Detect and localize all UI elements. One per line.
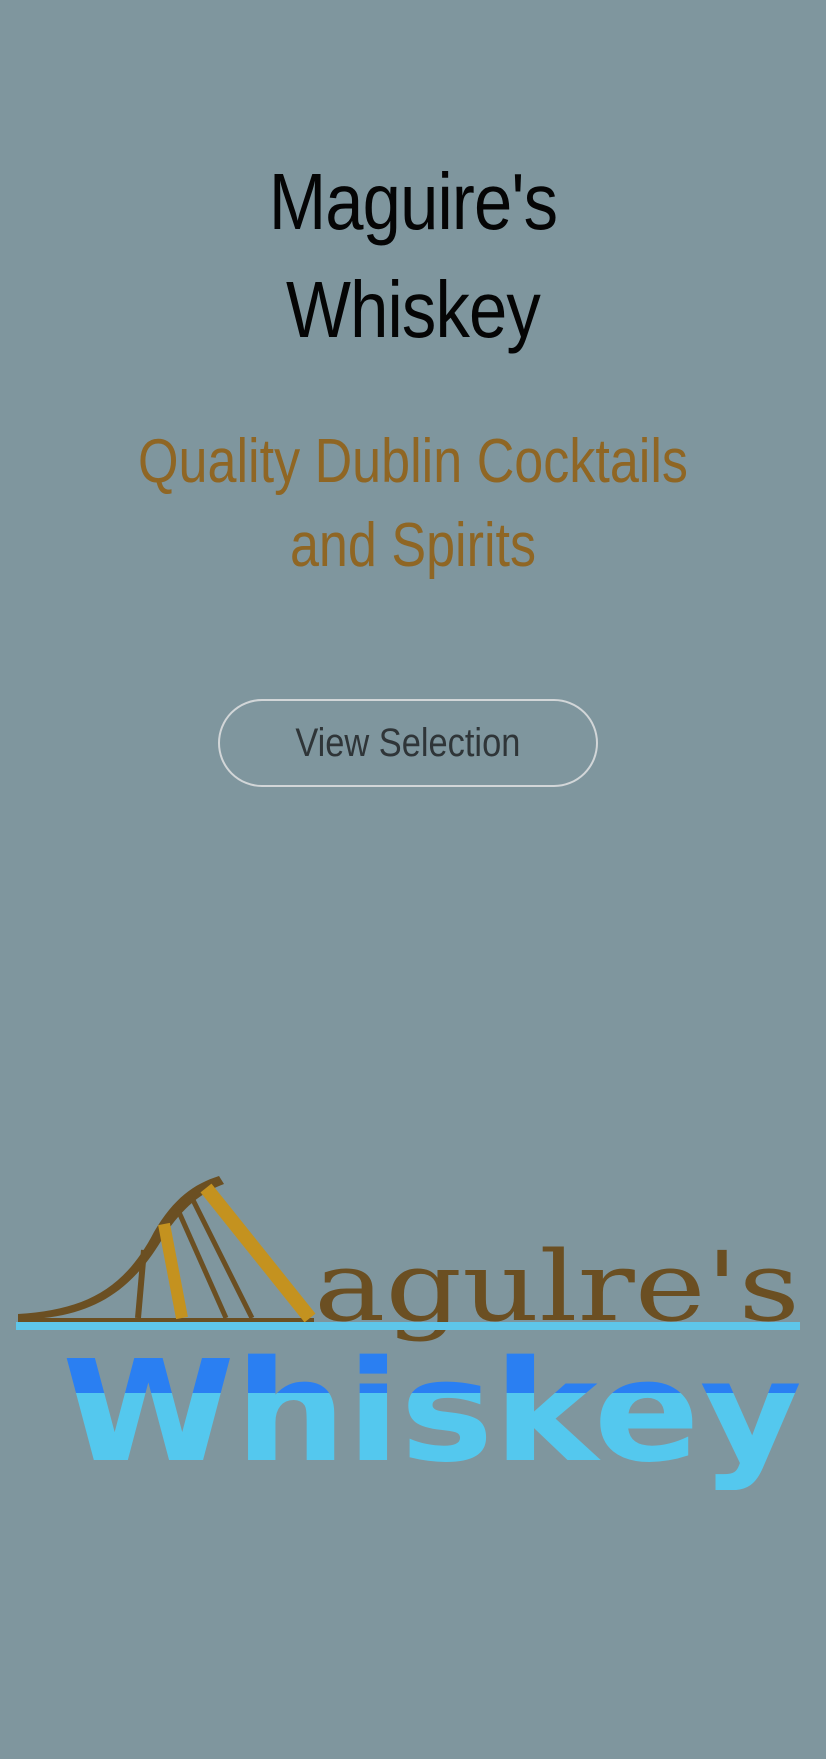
logo-divider-line (16, 1322, 800, 1330)
maguires-whiskey-logo: agulre's Whiskey (16, 1176, 802, 1490)
title-line-2: Whiskey (286, 265, 541, 354)
harp-bridge-icon (18, 1176, 316, 1326)
page-title: Maguire's Whiskey (58, 148, 768, 364)
logo-bottom-word: Whiskey (62, 1331, 802, 1490)
title-line-1: Maguire's (268, 157, 558, 246)
view-selection-label: View Selection (295, 721, 521, 765)
view-selection-button[interactable]: View Selection (218, 699, 598, 787)
page-subtitle: Quality Dublin Cocktails and Spirits (138, 427, 688, 580)
